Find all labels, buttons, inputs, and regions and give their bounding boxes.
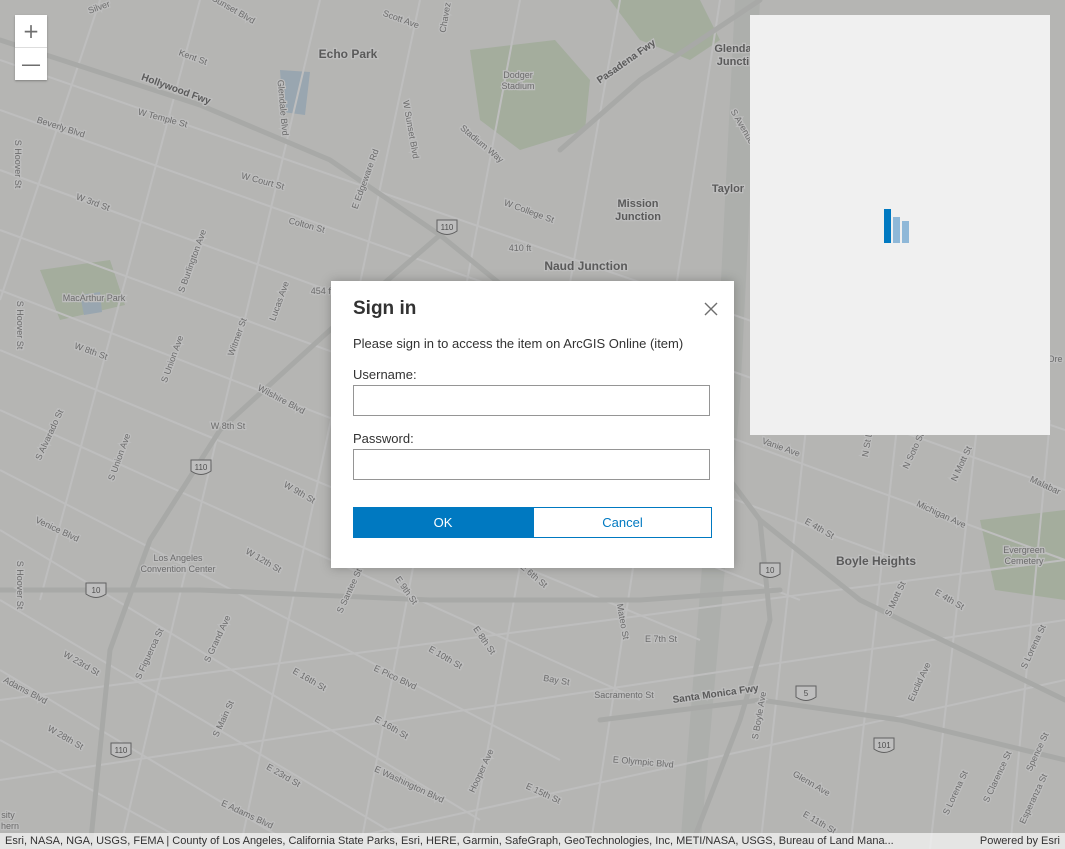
loader-bar-3 — [902, 221, 909, 243]
ok-button[interactable]: OK — [353, 507, 533, 538]
loading-icon — [884, 209, 918, 243]
loader-bar-2 — [893, 217, 900, 243]
zoom-out-button[interactable]: — — [15, 47, 47, 80]
loader-bar-1 — [884, 209, 891, 243]
password-field[interactable] — [353, 449, 710, 480]
dialog-message: Please sign in to access the item on Arc… — [353, 336, 684, 351]
sign-in-dialog: Sign in Please sign in to access the ite… — [331, 281, 734, 568]
password-label: Password: — [353, 431, 414, 446]
powered-by-esri-link[interactable]: Powered by Esri — [980, 833, 1060, 849]
zoom-in-button[interactable]: + — [15, 15, 47, 47]
close-icon[interactable] — [701, 299, 721, 319]
attribution-text[interactable]: Esri, NASA, NGA, USGS, FEMA | County of … — [5, 833, 955, 849]
attribution-bar: Esri, NASA, NGA, USGS, FEMA | County of … — [0, 833, 1065, 849]
plus-icon: + — [22, 19, 40, 43]
cancel-button[interactable]: Cancel — [533, 507, 712, 538]
username-label: Username: — [353, 367, 417, 382]
minus-icon: — — [21, 52, 41, 76]
dialog-title: Sign in — [353, 298, 417, 319]
username-field[interactable] — [353, 385, 710, 416]
zoom-control: + — — [15, 15, 47, 80]
